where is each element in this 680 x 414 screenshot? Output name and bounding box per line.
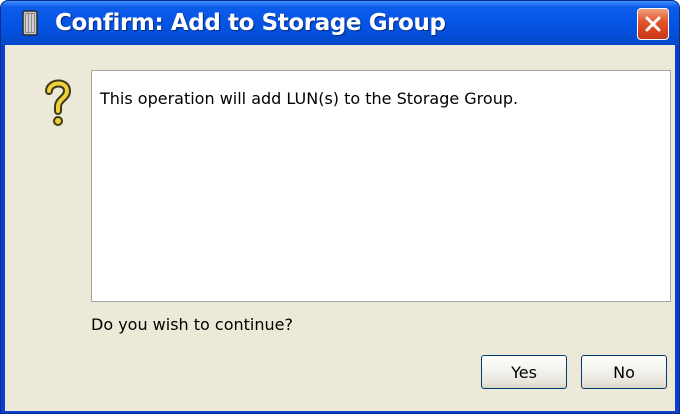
continue-prompt: Do you wish to continue?: [91, 315, 293, 334]
dialog-body: This operation will add LUN(s) to the St…: [5, 45, 675, 411]
yes-button[interactable]: Yes: [481, 355, 567, 389]
window-title: Confirm: Add to Storage Group: [55, 10, 446, 36]
close-button[interactable]: [637, 8, 669, 40]
title-bar[interactable]: Confirm: Add to Storage Group: [1, 1, 679, 45]
message-text: This operation will add LUN(s) to the St…: [100, 89, 519, 108]
confirm-dialog-window: Confirm: Add to Storage Group This opera…: [0, 0, 680, 414]
storage-array-icon: [22, 10, 38, 36]
no-button[interactable]: No: [581, 355, 667, 389]
question-mark-icon: [45, 79, 72, 126]
close-x-icon: [645, 16, 661, 32]
message-box: This operation will add LUN(s) to the St…: [91, 70, 671, 302]
